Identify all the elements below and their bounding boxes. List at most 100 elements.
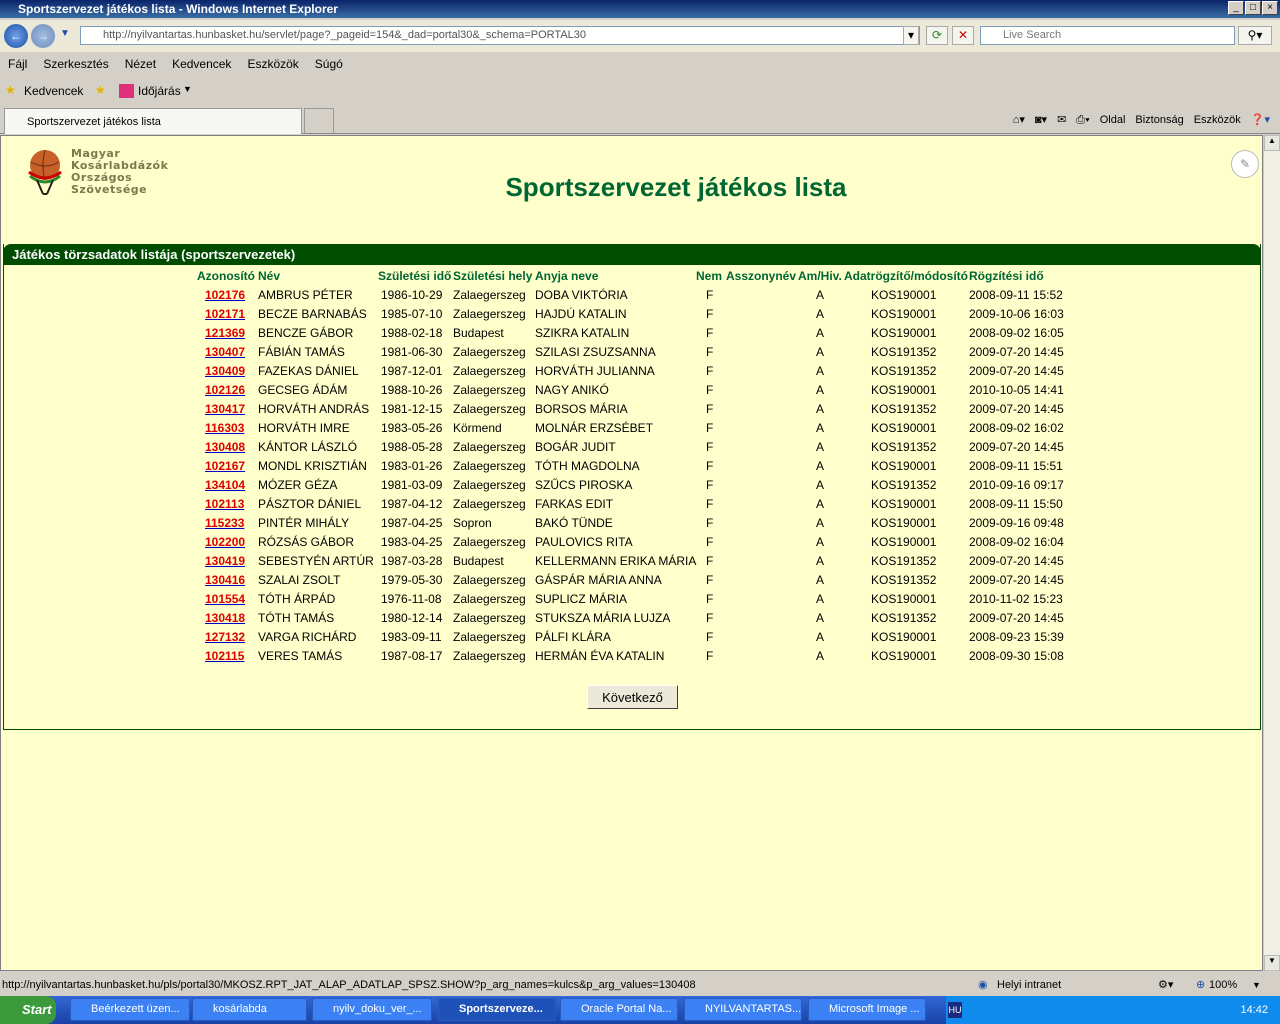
scroll-up-icon[interactable]: ▲ (1264, 135, 1280, 151)
player-id-link[interactable]: 130409 (205, 364, 245, 378)
player-id-link[interactable]: 130408 (205, 440, 245, 454)
player-id-link[interactable]: 130418 (205, 611, 245, 625)
star-icon: ★ (5, 83, 16, 97)
print-icon[interactable]: ⎙▾ (1076, 110, 1089, 130)
back-icon[interactable]: ← (4, 24, 28, 48)
zoom-icon: ⊕ (1196, 979, 1206, 991)
page-menu[interactable]: Oldal (1100, 110, 1126, 130)
player-id-link[interactable]: 102126 (205, 383, 245, 397)
cell-name: BENCZE GÁBOR (258, 326, 354, 340)
taskbar-item[interactable]: Microsoft Image ... (808, 998, 926, 1021)
history-dropdown-icon[interactable]: ▼ (60, 28, 70, 39)
zoom-dropdown-icon[interactable]: ▼ (1252, 975, 1261, 995)
player-id-link[interactable]: 130416 (205, 573, 245, 587)
cell-mother: SZŰCS PIROSKA (535, 478, 633, 492)
player-id-link[interactable]: 130419 (205, 554, 245, 568)
menu-view[interactable]: Nézet (117, 54, 164, 74)
player-id-link[interactable]: 102200 (205, 535, 245, 549)
mail-icon[interactable]: ✉ (1057, 110, 1066, 130)
maximize-button[interactable]: □ (1245, 1, 1261, 15)
cell-recorded-at: 2008-09-23 15:39 (969, 630, 1064, 644)
tools-menu[interactable]: Eszközök (1194, 110, 1241, 130)
taskbar-item[interactable]: kosárlabda (192, 998, 307, 1021)
cell-birth-date: 1987-12-01 (381, 364, 443, 378)
taskbar-item[interactable]: Oracle Portal Na... (560, 998, 678, 1021)
cell-recorded-at: 2009-07-20 14:45 (969, 402, 1064, 416)
taskbar-item[interactable]: Beérkezett üzen... (70, 998, 190, 1021)
cell-birth-place: Zalaegerszeg (453, 592, 526, 606)
cell-birth-place: Zalaegerszeg (453, 497, 526, 511)
cell-birth-date: 1987-08-17 (381, 649, 443, 663)
player-id-link[interactable]: 101554 (205, 592, 245, 606)
search-input[interactable]: Live Search (980, 26, 1235, 45)
cell-birth-date: 1981-03-09 (381, 478, 443, 492)
menu-tools[interactable]: Eszközök (239, 54, 306, 74)
player-id-link[interactable]: 102176 (205, 288, 245, 302)
player-id-link[interactable]: 102171 (205, 307, 245, 321)
taskbar-item[interactable]: Sportszerveze... (438, 998, 556, 1021)
start-button[interactable]: Start (0, 996, 56, 1024)
feeds-icon[interactable]: ◙▾ (1035, 110, 1047, 130)
url-dropdown-icon[interactable]: ▾ (903, 26, 919, 45)
minimize-button[interactable]: _ (1228, 1, 1244, 15)
scroll-down-icon[interactable]: ▼ (1264, 955, 1280, 971)
player-id-link[interactable]: 127132 (205, 630, 245, 644)
cell-mother: DOBA VIKTÓRIA (535, 288, 628, 302)
cell-recorded-at: 2009-07-20 14:45 (969, 573, 1064, 587)
cell-sex: F (706, 402, 714, 416)
stop-icon[interactable]: ✕ (952, 26, 974, 45)
header-col-sex: Nem (696, 269, 723, 283)
url-input[interactable]: http://nyilvantartas.hunbasket.hu/servle… (80, 26, 920, 45)
add-favorite-icon[interactable]: ★ (95, 83, 106, 97)
player-id-link[interactable]: 102167 (205, 459, 245, 473)
taskbar-item[interactable]: NYILVANTARTAS... (684, 998, 802, 1021)
language-indicator[interactable]: HU (948, 1002, 962, 1018)
cell-mother: SZIKRA KATALIN (535, 326, 630, 340)
forward-icon[interactable]: → (31, 24, 55, 48)
vertical-scrollbar[interactable]: ▲ ▼ (1263, 135, 1280, 971)
help-icon[interactable]: ❓▾ (1251, 110, 1270, 130)
player-id-link[interactable]: 102115 (205, 649, 244, 663)
zone-label: Helyi intranet (997, 979, 1062, 991)
zoom-level[interactable]: 100% (1209, 975, 1237, 995)
new-tab-button[interactable] (304, 108, 334, 134)
taskbar-item[interactable]: nyilv_doku_ver_... (312, 998, 432, 1021)
player-id-link[interactable]: 121369 (205, 326, 245, 340)
cell-recorder: KOS190001 (871, 459, 937, 473)
cell-sex: F (706, 592, 714, 606)
player-id-link[interactable]: 102113 (205, 497, 244, 511)
menu-help[interactable]: Súgó (307, 54, 351, 74)
player-id-link[interactable]: 115233 (205, 516, 244, 530)
cell-status: A (816, 649, 825, 663)
player-id-link[interactable]: 130407 (205, 345, 245, 359)
player-id-link[interactable]: 134104 (205, 478, 245, 492)
cell-birth-place: Budapest (453, 326, 504, 340)
favorites-button[interactable]: Kedvencek (24, 84, 83, 98)
cell-name: SZALAI ZSOLT (258, 573, 341, 587)
cell-name: FÁBIÁN TAMÁS (258, 345, 345, 359)
cell-recorded-at: 2008-09-11 15:50 (969, 497, 1063, 511)
player-id-link[interactable]: 116303 (205, 421, 244, 435)
tab-active[interactable]: Sportszervezet játékos lista (4, 108, 302, 134)
refresh-icon[interactable]: ⟳ (926, 26, 948, 45)
cell-mother: PÁLFI KLÁRA (535, 630, 612, 644)
cell-sex: F (706, 497, 714, 511)
cell-name: PÁSZTOR DÁNIEL (258, 497, 362, 511)
accessibility-icon[interactable]: ✎ (1231, 150, 1259, 178)
close-button[interactable]: × (1262, 1, 1278, 15)
cell-recorder: KOS190001 (871, 288, 937, 302)
menu-favorites[interactable]: Kedvencek (164, 54, 239, 74)
cell-recorder: KOS190001 (871, 326, 937, 340)
security-menu[interactable]: Biztonság (1135, 110, 1183, 130)
search-icon[interactable]: ⚲▾ (1238, 26, 1272, 45)
menu-edit[interactable]: Szerkesztés (35, 54, 116, 74)
next-button[interactable]: Következő (587, 685, 678, 709)
chevron-down-icon[interactable]: ▼ (183, 84, 192, 94)
menu-file[interactable]: Fájl (0, 54, 35, 74)
weather-link[interactable]: Időjárás (138, 84, 181, 98)
player-id-link[interactable]: 130417 (205, 402, 245, 416)
home-icon[interactable]: ⌂▾ (1013, 110, 1025, 130)
cell-status: A (816, 592, 825, 606)
protected-mode-icon[interactable]: ⚙▾ (1158, 975, 1173, 995)
cell-mother: MOLNÁR ERZSÉBET (535, 421, 654, 435)
